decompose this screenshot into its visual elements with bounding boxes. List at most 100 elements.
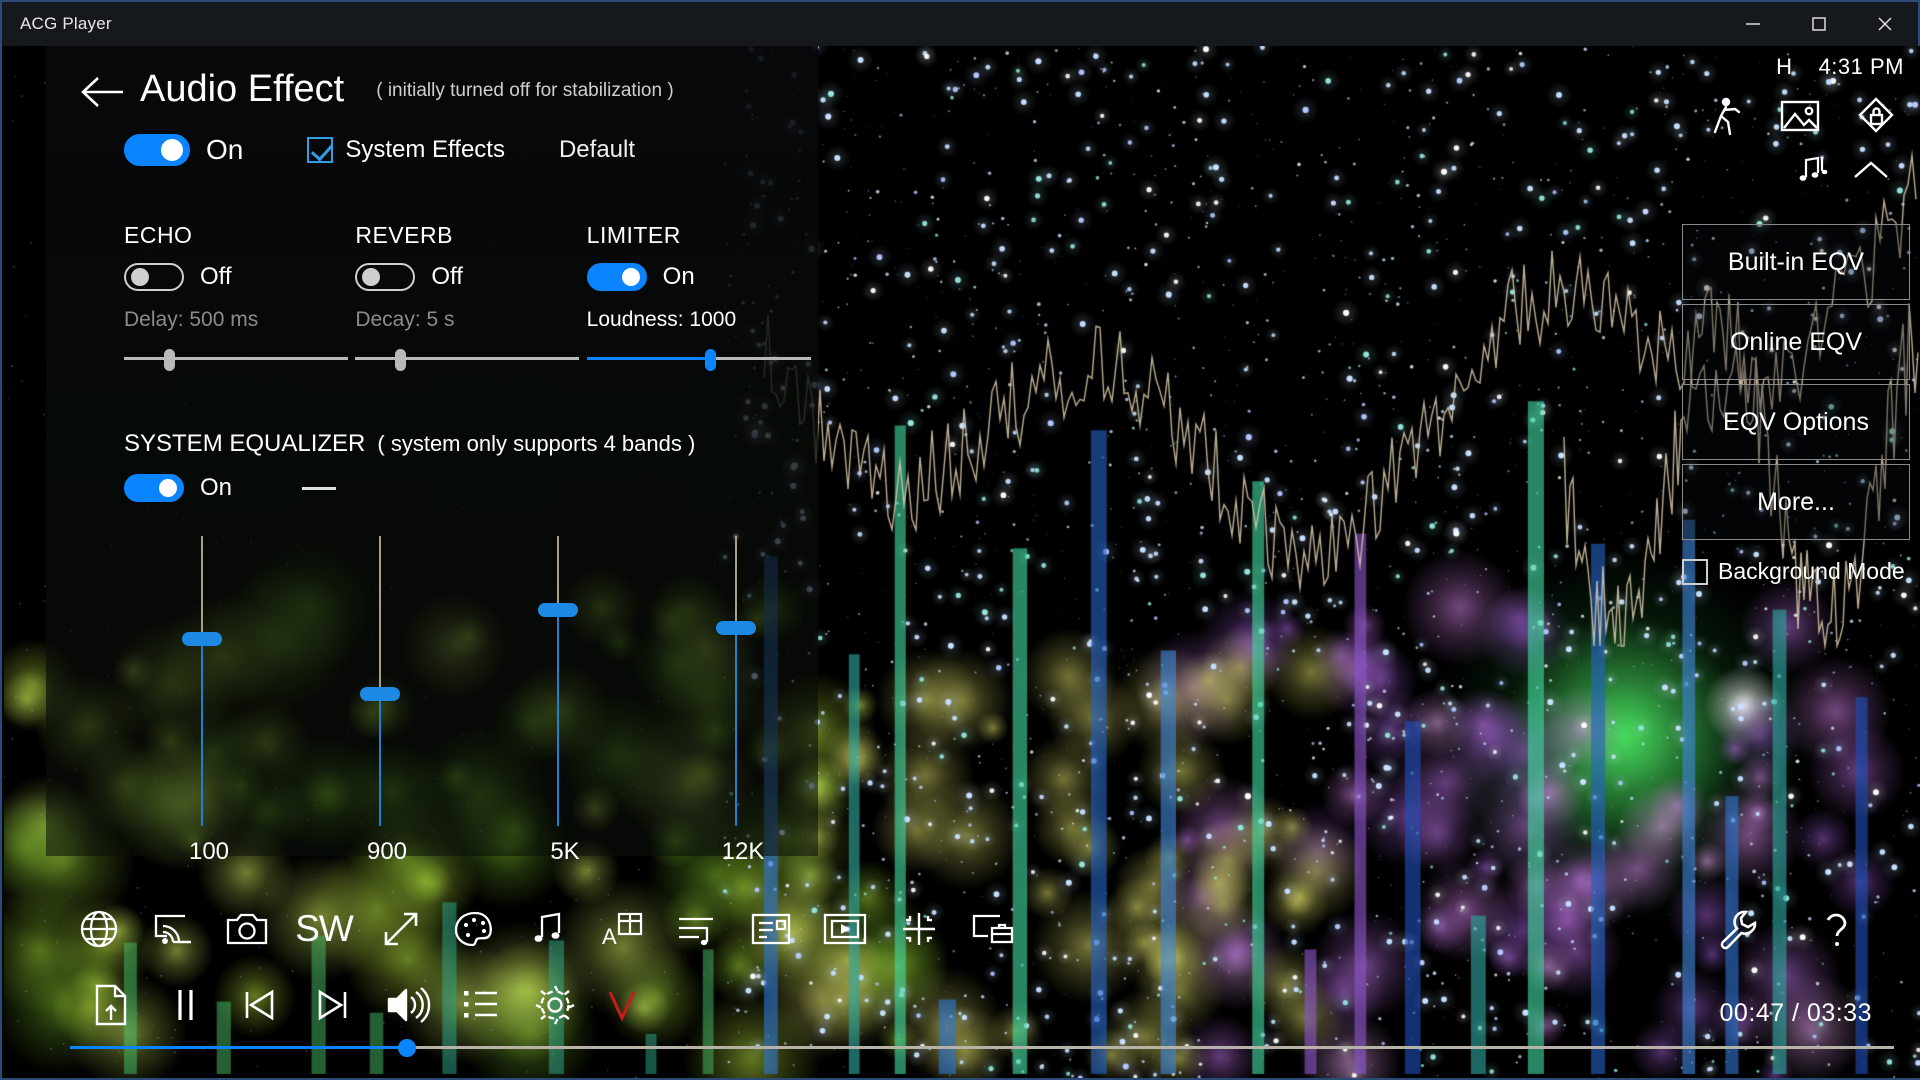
slider-thumb[interactable] (716, 621, 756, 635)
playlist-panel-icon[interactable] (734, 898, 808, 960)
status-icon-row (1710, 80, 1904, 141)
pause-button[interactable] (148, 974, 222, 1036)
music-notes-icon[interactable] (1796, 155, 1830, 190)
dash-icon[interactable] (302, 487, 336, 490)
background-mode-row[interactable]: Background Mode (1682, 544, 1910, 585)
palette-icon[interactable] (438, 898, 512, 960)
effect-echo: ECHO Off Delay: 500 ms (124, 222, 355, 374)
close-button[interactable] (1852, 2, 1918, 46)
maximize-button[interactable] (1786, 2, 1852, 46)
eq-band-label: 5K (476, 826, 654, 866)
walking-person-icon[interactable] (1710, 96, 1744, 141)
eq-band-slider-12k[interactable] (654, 536, 832, 826)
chevron-up-icon[interactable] (1852, 158, 1890, 187)
seek-bar[interactable] (70, 1038, 1894, 1058)
system-effects-checkbox-row[interactable]: System Effects (243, 136, 505, 164)
slider-thumb[interactable] (395, 349, 406, 371)
eq-band-slider-100[interactable] (120, 536, 298, 826)
reverb-toggle-label: Off (415, 263, 463, 291)
settings-gear-icon[interactable] (518, 974, 592, 1036)
next-track-button[interactable] (296, 974, 370, 1036)
toolbar-bottom (74, 974, 666, 1036)
panel-note: ( initially turned off for stabilization… (344, 64, 673, 102)
music-notes-icon[interactable] (512, 898, 586, 960)
equalizer-toggle[interactable] (124, 474, 184, 502)
system-effects-checkbox[interactable] (307, 137, 333, 163)
volume-icon[interactable] (370, 974, 444, 1036)
effect-toggle-row: Off (355, 263, 586, 291)
toggle-knob (159, 479, 177, 497)
online-eqv-button[interactable]: Online EQV (1682, 304, 1910, 380)
slider-fill (379, 701, 381, 826)
effect-limiter: LIMITER On Loudness: 1000 (587, 222, 818, 374)
limiter-toggle-label: On (647, 263, 695, 291)
slider-thumb[interactable] (705, 349, 716, 371)
eq-band-label: 900 (298, 826, 476, 866)
background-mode-label: Background Mode (1708, 558, 1905, 585)
video-window-icon[interactable] (808, 898, 882, 960)
wrench-icon[interactable] (1700, 898, 1774, 960)
eqv-panel: Built-in EQV Online EQV EQV Options More… (1682, 224, 1910, 585)
eq-band: 900 (298, 536, 476, 866)
eq-band-label: 12K (654, 826, 832, 866)
eq-band: 5K (476, 536, 654, 866)
screen-toolbox-icon[interactable] (956, 898, 1030, 960)
lyrics-icon[interactable] (660, 898, 734, 960)
globe-icon[interactable] (62, 898, 136, 960)
brightness-icon[interactable] (882, 898, 956, 960)
fullscreen-expand-icon[interactable] (364, 898, 438, 960)
slider-thumb[interactable] (182, 632, 222, 646)
panel-header: Audio Effect ( initially turned off for … (46, 46, 818, 120)
eq-band-slider-5k[interactable] (476, 536, 654, 826)
image-icon[interactable] (1780, 99, 1820, 138)
equalizer-bands: 100 900 5K (46, 502, 818, 866)
eq-band-label: 100 (120, 826, 298, 866)
limiter-slider[interactable] (587, 344, 811, 374)
waveform-marker-icon[interactable] (592, 974, 666, 1036)
effect-toggle-row: Off (124, 263, 355, 291)
echo-toggle[interactable] (124, 263, 184, 291)
equalizer-title: SYSTEM EQUALIZER (124, 430, 365, 458)
more-button[interactable]: More... (1682, 464, 1910, 540)
sw-button[interactable]: SW (284, 898, 364, 960)
slider-track (124, 357, 348, 360)
echo-slider[interactable] (124, 344, 348, 374)
previous-track-button[interactable] (222, 974, 296, 1036)
effect-name: LIMITER (587, 222, 818, 249)
reverb-slider[interactable] (355, 344, 579, 374)
slider-thumb[interactable] (538, 603, 578, 617)
timecode-display: 00:47 / 03:33 (1720, 999, 1872, 1028)
camera-icon[interactable] (210, 898, 284, 960)
minimize-button[interactable] (1720, 2, 1786, 46)
clock: 4:31 PM (1819, 54, 1904, 79)
limiter-param-label: Loudness: 1000 (587, 308, 818, 332)
audio-effect-panel: Audio Effect ( initially turned off for … (46, 46, 818, 856)
translate-icon[interactable]: A (586, 898, 660, 960)
playlist-icon[interactable] (444, 974, 518, 1036)
effect-toggle-row: On (587, 263, 818, 291)
eqv-options-button[interactable]: EQV Options (1682, 384, 1910, 460)
open-file-icon[interactable] (74, 974, 148, 1036)
page-title: Audio Effect (138, 64, 344, 108)
background-mode-checkbox[interactable] (1682, 559, 1708, 585)
help-question-icon[interactable] (1800, 898, 1874, 960)
shield-lock-icon[interactable] (1856, 96, 1896, 141)
default-preset-button[interactable]: Default (505, 136, 635, 164)
master-toggle[interactable] (124, 134, 190, 166)
eq-band-slider-900[interactable] (298, 536, 476, 826)
echo-param-label: Delay: 500 ms (124, 308, 355, 332)
slider-thumb[interactable] (164, 349, 175, 371)
eq-band: 12K (654, 536, 832, 866)
right-tools (1700, 898, 1874, 960)
reverb-toggle[interactable] (355, 263, 415, 291)
limiter-toggle[interactable] (587, 263, 647, 291)
slider-thumb[interactable] (360, 687, 400, 701)
status-icon-row-secondary (1710, 141, 1904, 190)
slider-fill (735, 635, 737, 826)
back-arrow-icon[interactable] (66, 64, 138, 120)
seek-thumb[interactable] (398, 1039, 416, 1057)
equalizer-toggle-row: On (46, 458, 818, 502)
built-in-eqv-button[interactable]: Built-in EQV (1682, 224, 1910, 300)
cast-icon[interactable] (136, 898, 210, 960)
effects-grid: ECHO Off Delay: 500 ms REVERB Off Decay:… (46, 166, 818, 374)
